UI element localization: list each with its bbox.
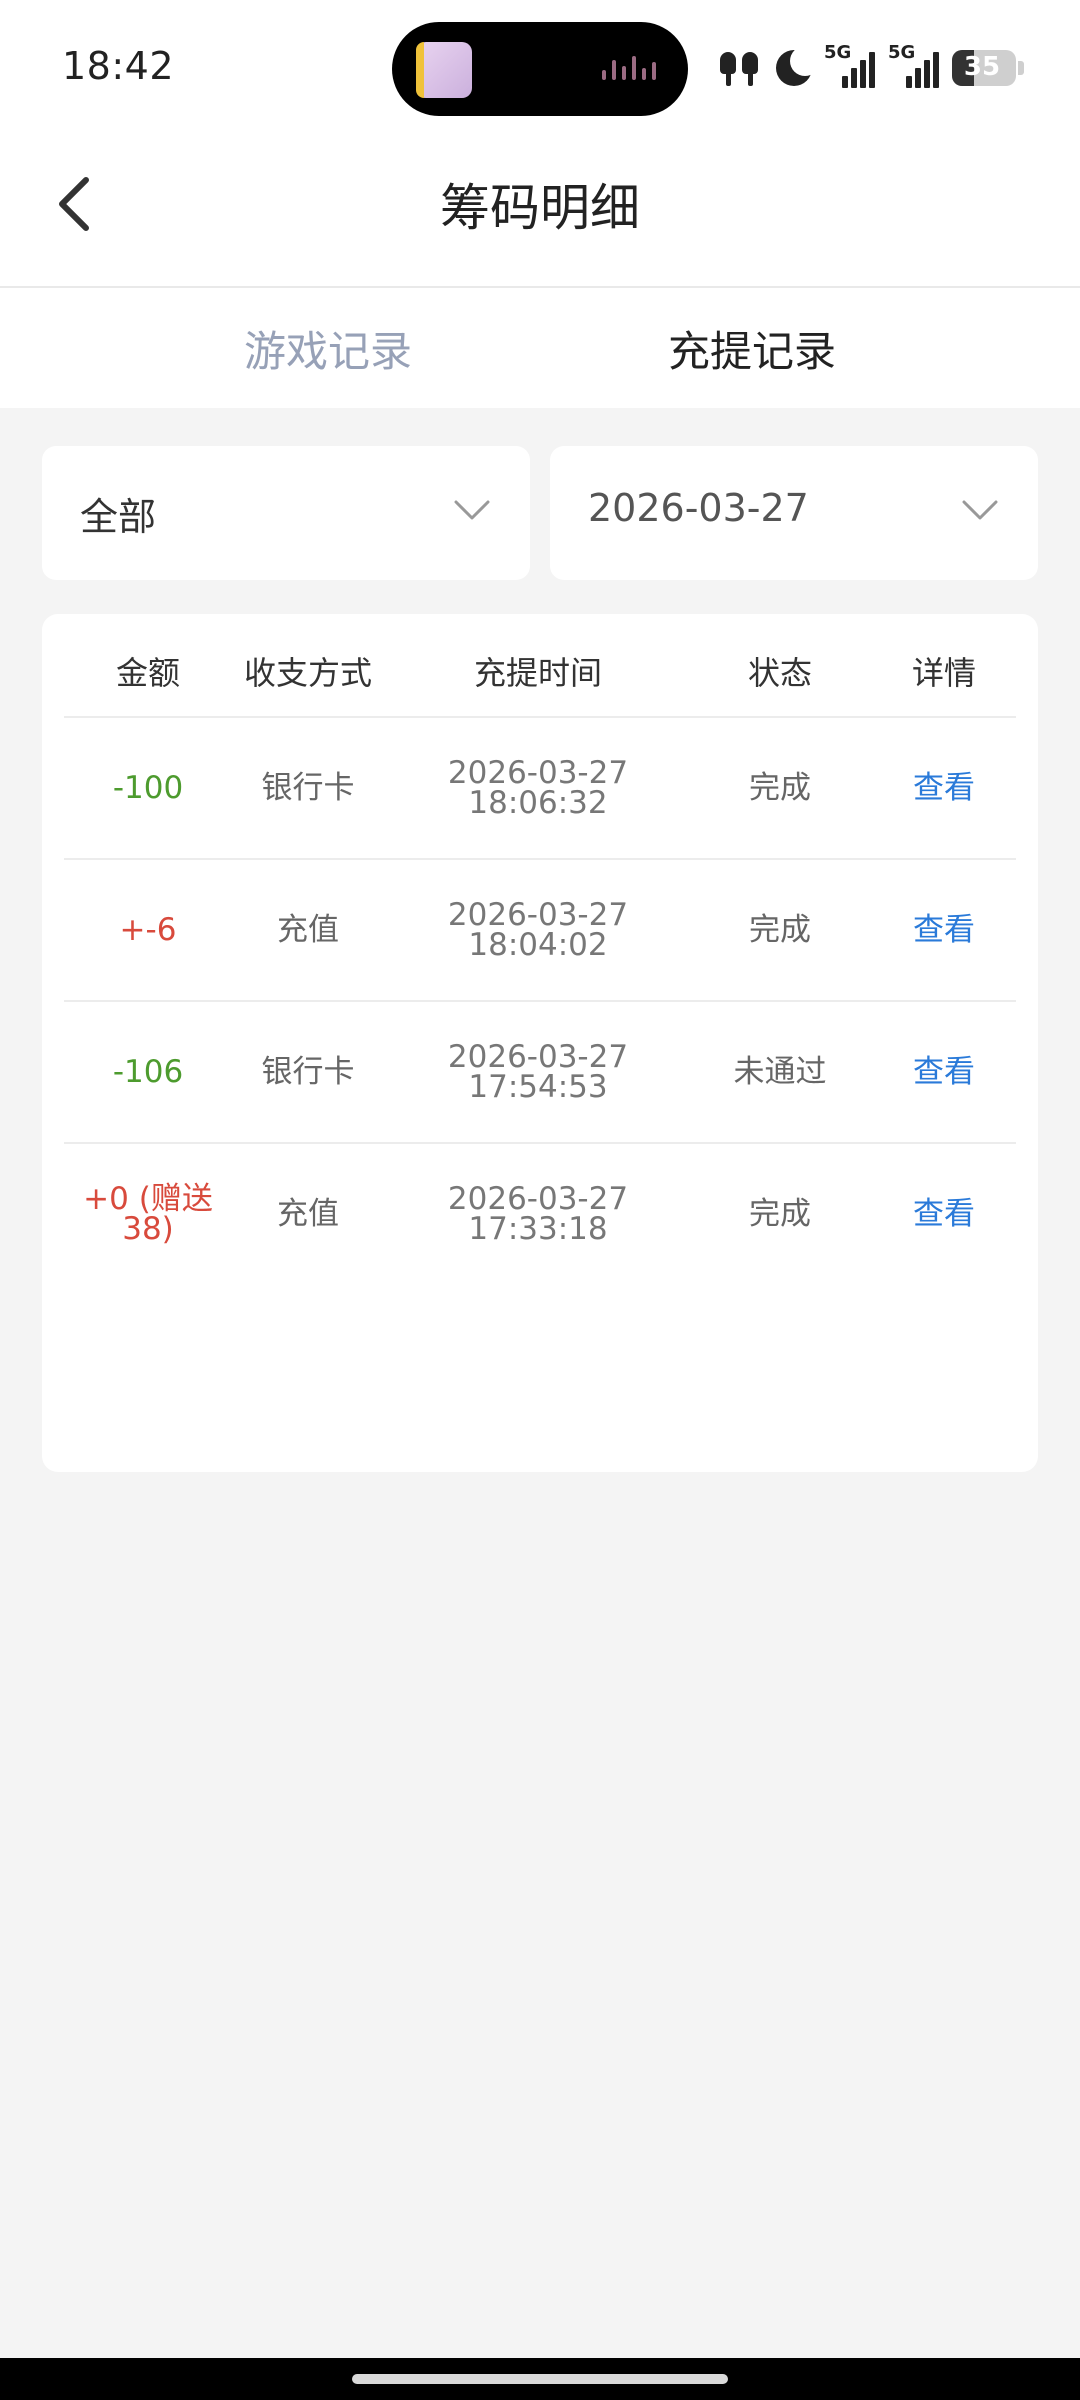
network-type-label: 5G xyxy=(888,42,916,63)
clock-text: 18:04:02 xyxy=(468,927,608,963)
view-detail-link[interactable]: 查看 xyxy=(884,860,1004,1000)
type-filter-select[interactable]: 全部 xyxy=(42,446,530,580)
screen: 18:42 5G 5G 35 筹码明细 游戏记录 充提记录 全部 2026-03… xyxy=(0,0,1080,2400)
method-cell: 银行卡 xyxy=(261,1054,355,1090)
status-cell: 完成 xyxy=(749,1196,811,1232)
table-row: -106 银行卡 2026-03-27 17:54:53 未通过 查看 xyxy=(64,1002,1016,1144)
signal-icon: 5G xyxy=(824,42,876,88)
network-type-label: 5G xyxy=(824,42,852,63)
amount-cell: +-6 xyxy=(119,912,177,948)
nav-bar: 筹码明细 xyxy=(0,134,1080,288)
tab-deposit-withdraw-records[interactable]: 充提记录 xyxy=(668,318,836,379)
clock-text: 17:54:53 xyxy=(468,1069,608,1105)
page-title: 筹码明细 xyxy=(440,179,640,237)
time-cell: 2026-03-27 18:04:02 xyxy=(428,860,648,1000)
date-text: 2026-03-27 xyxy=(447,1039,629,1075)
column-header-time: 充提时间 xyxy=(473,654,603,692)
audio-waveform-icon xyxy=(600,52,660,88)
time-cell: 2026-03-27 18:06:32 xyxy=(428,718,648,858)
status-cell: 完成 xyxy=(749,912,811,948)
column-header-status: 状态 xyxy=(747,654,813,692)
method-cell: 充值 xyxy=(277,1196,339,1232)
view-detail-link[interactable]: 查看 xyxy=(884,718,1004,858)
table-row: +-6 充值 2026-03-27 18:04:02 完成 查看 xyxy=(64,860,1016,1002)
method-cell: 银行卡 xyxy=(261,770,355,806)
amount-cell: +0 (赠送38) xyxy=(83,1181,213,1247)
table-row: +0 (赠送38) 充值 2026-03-27 17:33:18 完成 查看 xyxy=(64,1144,1016,1286)
date-text: 2026-03-27 xyxy=(447,1181,629,1217)
earbuds-icon xyxy=(718,48,764,88)
column-header-amount: 金额 xyxy=(115,654,181,692)
home-indicator[interactable] xyxy=(352,2374,728,2384)
status-time: 18:42 xyxy=(62,44,175,88)
tab-bar: 游戏记录 充提记录 xyxy=(0,288,1080,408)
records-table: 金额 收支方式 充提时间 状态 详情 -100 银行卡 2026-03-27 1… xyxy=(42,614,1038,1472)
status-bar: 18:42 5G 5G 35 xyxy=(0,0,1080,134)
method-cell: 充值 xyxy=(277,912,339,948)
battery-cap xyxy=(1018,61,1024,75)
status-cell: 未通过 xyxy=(733,1054,827,1090)
date-text: 2026-03-27 xyxy=(447,755,629,791)
chevron-down-icon xyxy=(454,500,490,520)
do-not-disturb-icon xyxy=(776,46,820,86)
clock-text: 18:06:32 xyxy=(468,785,608,821)
now-playing-artwork-icon xyxy=(416,42,472,98)
table-row: -100 银行卡 2026-03-27 18:06:32 完成 查看 xyxy=(64,718,1016,860)
view-detail-link[interactable]: 查看 xyxy=(884,1144,1004,1284)
table-header: 金额 收支方式 充提时间 状态 详情 xyxy=(64,614,1016,718)
chevron-down-icon xyxy=(962,500,998,520)
column-header-detail: 详情 xyxy=(911,654,977,692)
amount-cell: -106 xyxy=(112,1054,184,1090)
system-navigation-bar xyxy=(0,2358,1080,2400)
status-cell: 完成 xyxy=(749,770,811,806)
column-header-method: 收支方式 xyxy=(243,654,373,692)
status-icons: 5G 5G 35 xyxy=(718,42,1024,90)
battery-percent: 35 xyxy=(963,52,1001,82)
date-filter-value: 2026-03-27 xyxy=(588,486,809,530)
date-text: 2026-03-27 xyxy=(447,897,629,933)
dynamic-island[interactable] xyxy=(392,22,688,116)
signal-icon: 5G xyxy=(888,42,940,88)
view-detail-link[interactable]: 查看 xyxy=(884,1002,1004,1142)
time-cell: 2026-03-27 17:33:18 xyxy=(428,1144,648,1284)
battery-icon: 35 xyxy=(952,50,1016,86)
amount-cell: -100 xyxy=(112,770,184,806)
date-filter-select[interactable]: 2026-03-27 xyxy=(550,446,1038,580)
tab-game-records[interactable]: 游戏记录 xyxy=(244,318,412,379)
type-filter-value: 全部 xyxy=(80,495,157,539)
time-cell: 2026-03-27 17:54:53 xyxy=(428,1002,648,1142)
clock-text: 17:33:18 xyxy=(468,1211,608,1247)
